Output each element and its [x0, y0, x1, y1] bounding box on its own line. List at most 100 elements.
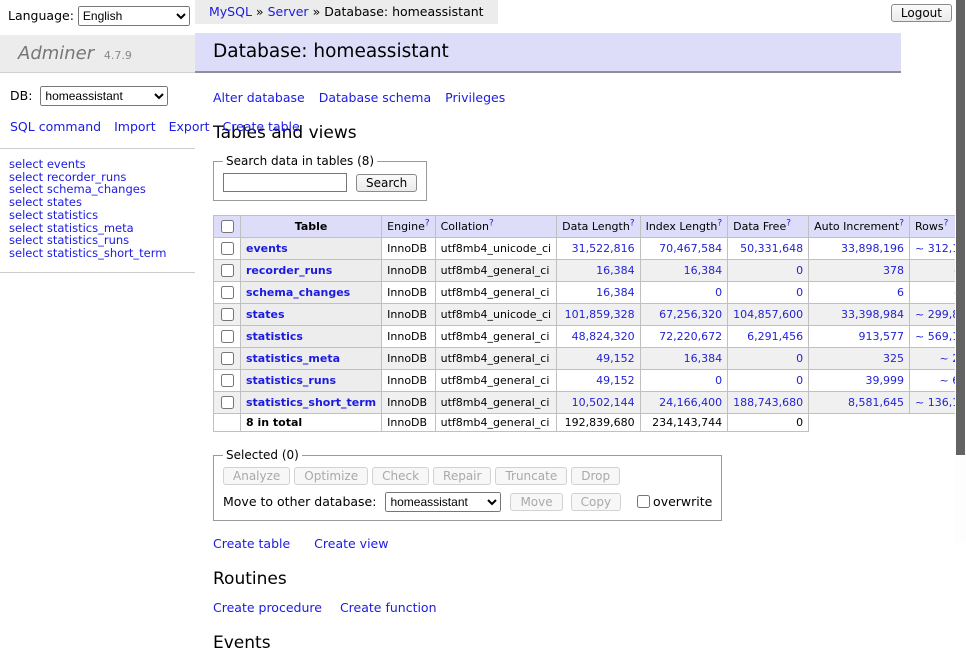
auto-increment-link[interactable]: 8,581,645 — [848, 396, 904, 409]
data-free-link[interactable]: 6,291,456 — [747, 330, 803, 343]
auto-increment-link[interactable]: 913,577 — [859, 330, 905, 343]
overwrite-checkbox[interactable] — [637, 495, 650, 508]
language-select[interactable]: English — [78, 6, 190, 26]
table-name-link[interactable]: statistics — [246, 330, 303, 343]
logout-button[interactable]: Logout — [891, 4, 952, 22]
row-checkbox[interactable] — [221, 330, 234, 343]
row-checkbox[interactable] — [221, 374, 234, 387]
optimize-button[interactable]: Optimize — [294, 467, 368, 485]
index-length-link[interactable]: 0 — [715, 374, 722, 387]
sidebar-select-link[interactable]: select events — [9, 158, 189, 171]
table-name-link[interactable]: events — [246, 242, 288, 255]
search-input[interactable] — [223, 173, 347, 192]
table-name-link[interactable]: statistics_runs — [246, 374, 336, 387]
table-name-link[interactable]: recorder_runs — [246, 264, 332, 277]
index-length-link[interactable]: 67,256,320 — [659, 308, 722, 321]
scrollbar-track[interactable] — [955, 0, 966, 543]
table-row: statesInnoDButf8mb4_unicode_ci101,859,32… — [214, 304, 966, 326]
data-length-link[interactable]: 31,522,816 — [572, 242, 635, 255]
help-link[interactable]: ? — [786, 218, 791, 228]
sidebar-action-link[interactable]: Import — [114, 119, 156, 134]
help-link[interactable]: ? — [630, 218, 635, 228]
data-free-link[interactable]: 0 — [796, 264, 803, 277]
repair-button[interactable]: Repair — [433, 467, 491, 485]
drop-button[interactable]: Drop — [571, 467, 620, 485]
data-length-link[interactable]: 10,502,144 — [572, 396, 635, 409]
auto-increment-link[interactable]: 378 — [883, 264, 904, 277]
sidebar-action-link[interactable]: Export — [169, 119, 210, 134]
auto-increment-link[interactable]: 6 — [897, 286, 904, 299]
select-all-checkbox[interactable] — [221, 220, 234, 233]
sidebar: Language: English Adminer 4.7.9 DB: home… — [0, 0, 195, 543]
help-link[interactable]: ? — [489, 218, 494, 228]
header-checkbox-cell — [214, 216, 241, 238]
routine-link[interactable]: Create function — [340, 600, 437, 615]
create-link[interactable]: Create view — [314, 536, 388, 551]
help-link[interactable]: ? — [944, 218, 949, 228]
sidebar-table-links: select eventsselect recorder_runsselect … — [0, 149, 195, 273]
help-link[interactable]: ? — [717, 218, 722, 228]
data-length-link[interactable]: 16,384 — [596, 286, 635, 299]
total-collation-cell: utf8mb4_general_ci — [435, 414, 556, 432]
data-free-link[interactable]: 0 — [796, 352, 803, 365]
move-database-select[interactable]: homeassistant — [385, 492, 501, 512]
table-row: schema_changesInnoDButf8mb4_general_ci16… — [214, 282, 966, 304]
routine-link[interactable]: Create procedure — [213, 600, 322, 615]
database-link[interactable]: Alter database — [213, 90, 305, 105]
table-name-link[interactable]: schema_changes — [246, 286, 350, 299]
copy-button[interactable]: Copy — [571, 493, 621, 511]
sidebar-action-link[interactable]: Create table — [223, 119, 300, 134]
row-checkbox[interactable] — [221, 286, 234, 299]
sidebar-select-link[interactable]: select statistics — [9, 209, 189, 222]
search-button[interactable]: Search — [356, 174, 417, 192]
app-logo[interactable]: Adminer — [18, 43, 94, 64]
sidebar-action-link[interactable]: SQL command — [10, 119, 101, 134]
data-length-link[interactable]: 16,384 — [596, 264, 635, 277]
breadcrumb-separator: » — [313, 4, 321, 19]
db-select[interactable]: homeassistant — [40, 86, 168, 106]
breadcrumb-link[interactable]: Server — [268, 4, 309, 19]
table-name-link[interactable]: statistics_short_term — [246, 396, 376, 409]
engine-cell: InnoDB — [382, 282, 435, 304]
auto-increment-link[interactable]: 325 — [883, 352, 904, 365]
row-checkbox[interactable] — [221, 352, 234, 365]
move-button[interactable]: Move — [510, 493, 562, 511]
auto-increment-link[interactable]: 33,398,984 — [841, 308, 904, 321]
index-length-link[interactable]: 72,220,672 — [659, 330, 722, 343]
index-length-link[interactable]: 16,384 — [684, 264, 723, 277]
help-link[interactable]: ? — [899, 218, 904, 228]
table-name-link[interactable]: statistics_meta — [246, 352, 340, 365]
index-length-link[interactable]: 16,384 — [684, 352, 723, 365]
data-free-link[interactable]: 104,857,600 — [733, 308, 803, 321]
check-button[interactable]: Check — [372, 467, 429, 485]
engine-cell: InnoDB — [382, 304, 435, 326]
scrollbar-thumb[interactable] — [956, 0, 965, 455]
row-checkbox[interactable] — [221, 264, 234, 277]
index-length-link[interactable]: 0 — [715, 286, 722, 299]
database-link[interactable]: Database schema — [319, 90, 431, 105]
auto-increment-link[interactable]: 33,898,196 — [841, 242, 904, 255]
auto-increment-link[interactable]: 39,999 — [866, 374, 905, 387]
analyze-button[interactable]: Analyze — [223, 467, 290, 485]
data-length-link[interactable]: 101,859,328 — [565, 308, 635, 321]
truncate-button[interactable]: Truncate — [495, 467, 567, 485]
sidebar-select-link[interactable]: select states — [9, 196, 189, 209]
breadcrumb-link[interactable]: MySQL — [209, 4, 252, 19]
index-length-link[interactable]: 24,166,400 — [659, 396, 722, 409]
create-link[interactable]: Create table — [213, 536, 290, 551]
index-length-link[interactable]: 70,467,584 — [659, 242, 722, 255]
data-free-link[interactable]: 188,743,680 — [733, 396, 803, 409]
data-free-link[interactable]: 0 — [796, 286, 803, 299]
data-length-link[interactable]: 49,152 — [596, 352, 635, 365]
database-link[interactable]: Privileges — [445, 90, 505, 105]
data-free-link[interactable]: 0 — [796, 374, 803, 387]
help-link[interactable]: ? — [425, 218, 430, 228]
row-checkbox[interactable] — [221, 396, 234, 409]
data-length-link[interactable]: 48,824,320 — [572, 330, 635, 343]
row-checkbox[interactable] — [221, 242, 234, 255]
sidebar-select-link[interactable]: select statistics_short_term — [9, 247, 189, 260]
table-name-link[interactable]: states — [246, 308, 285, 321]
row-checkbox[interactable] — [221, 308, 234, 321]
data-free-link[interactable]: 50,331,648 — [740, 242, 803, 255]
data-length-link[interactable]: 49,152 — [596, 374, 635, 387]
